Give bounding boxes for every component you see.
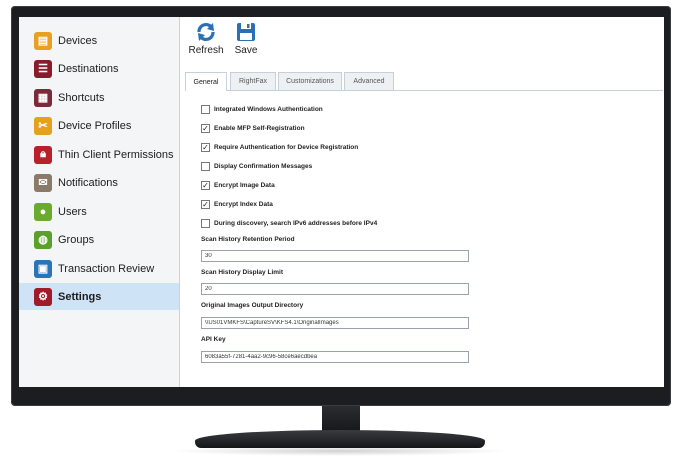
- tab-rightfax[interactable]: RightFax: [230, 72, 276, 90]
- device-profiles-icon: ✂: [34, 116, 52, 135]
- checkbox-label: Display Confirmation Messages: [214, 162, 313, 170]
- scan-history-retention-input[interactable]: [201, 250, 469, 262]
- checkbox-row: ✓ Encrypt Image Data: [201, 179, 275, 191]
- ipv6-before-ipv4-checkbox[interactable]: [201, 218, 210, 228]
- sidebar-item-label: Destinations: [58, 62, 119, 75]
- checkbox-label: Encrypt Image Data: [214, 181, 275, 189]
- sidebar-item-groups[interactable]: ◍ Groups: [19, 226, 179, 253]
- refresh-icon: [197, 23, 215, 41]
- sidebar-item-settings[interactable]: ⚙ Settings: [19, 283, 179, 310]
- encrypt-index-data-checkbox[interactable]: ✓: [201, 199, 210, 209]
- sidebar-item-shortcuts[interactable]: ▦ Shortcuts: [19, 84, 179, 111]
- monitor-stand-base: [195, 430, 485, 448]
- lock-icon: 🔒︎: [34, 145, 52, 164]
- sidebar-item-label: Users: [58, 205, 87, 218]
- shortcuts-icon: ▦: [34, 88, 52, 107]
- sidebar-item-transaction-review[interactable]: ▣ Transaction Review: [19, 255, 179, 282]
- sidebar-item-device-profiles[interactable]: ✂ Device Profiles: [19, 112, 179, 139]
- scan-history-display-limit-label: Scan History Display Limit: [201, 269, 283, 276]
- destinations-icon: ☰: [34, 59, 52, 78]
- users-icon: ●: [34, 202, 52, 221]
- api-key-label: API Key: [201, 336, 226, 343]
- scan-history-display-limit-input[interactable]: [201, 283, 469, 295]
- original-images-output-dir-input[interactable]: [201, 317, 469, 329]
- scan-history-retention-label: Scan History Retention Period: [201, 236, 295, 243]
- toolbar: Refresh Save: [180, 17, 664, 67]
- checkbox-row: Display Confirmation Messages: [201, 160, 312, 172]
- app-screen: ▤ Devices ☰ Destinations ▦ Shortcuts ✂ D…: [19, 17, 664, 387]
- require-auth-device-registration-checkbox[interactable]: ✓: [201, 142, 210, 152]
- sidebar-item-label: Devices: [58, 34, 98, 47]
- checkbox-label: Integrated Windows Authentication: [214, 105, 323, 113]
- checkbox-row: ✓ Enable MFP Self-Registration: [201, 122, 305, 134]
- sidebar-item-label: Groups: [58, 233, 95, 246]
- sidebar-item-users[interactable]: ● Users: [19, 198, 179, 225]
- checkbox-label: Encrypt Index Data: [214, 200, 273, 208]
- tab-general[interactable]: General: [185, 72, 227, 91]
- api-key-input[interactable]: [201, 351, 469, 363]
- checkbox-label: Enable MFP Self-Registration: [214, 124, 305, 132]
- tab-customizations[interactable]: Customizations: [278, 72, 342, 90]
- notifications-icon: ✉: [34, 173, 52, 192]
- checkbox-label: Require Authentication for Device Regist…: [214, 143, 359, 151]
- sidebar-item-label: Device Profiles: [58, 119, 132, 132]
- encrypt-image-data-checkbox[interactable]: ✓: [201, 180, 210, 190]
- sidebar-item-notifications[interactable]: ✉ Notifications: [19, 169, 179, 196]
- refresh-label: Refresh: [188, 45, 224, 56]
- groups-icon: ◍: [34, 230, 52, 249]
- sidebar-item-label: Notifications: [58, 176, 118, 189]
- devices-icon: ▤: [34, 31, 52, 50]
- tab-advanced[interactable]: Advanced: [344, 72, 394, 90]
- settings-tabs: General RightFax Customizations Advanced: [185, 72, 663, 91]
- original-images-output-dir-label: Original Images Output Directory: [201, 302, 304, 309]
- save-button[interactable]: Save: [226, 21, 266, 63]
- sidebar-item-thin-client-permissions[interactable]: 🔒︎ Thin Client Permissions: [19, 141, 179, 168]
- checkbox-row: During discovery, search IPv6 addresses …: [201, 217, 377, 229]
- integrated-windows-auth-checkbox[interactable]: [201, 104, 210, 114]
- sidebar-item-label: Settings: [58, 290, 102, 303]
- save-label: Save: [234, 45, 258, 56]
- checkbox-label: During discovery, search IPv6 addresses …: [214, 219, 378, 227]
- sidebar-item-destinations[interactable]: ☰ Destinations: [19, 55, 179, 82]
- sidebar-item-label: Shortcuts: [58, 91, 105, 104]
- transaction-review-icon: ▣: [34, 259, 52, 278]
- checkbox-row: ✓ Require Authentication for Device Regi…: [201, 141, 358, 153]
- refresh-button[interactable]: Refresh: [186, 21, 226, 63]
- checkbox-row: ✓ Encrypt Index Data: [201, 198, 273, 210]
- sidebar-item-devices[interactable]: ▤ Devices: [19, 27, 179, 54]
- checkbox-row: Integrated Windows Authentication: [201, 103, 323, 115]
- sidebar: ▤ Devices ☰ Destinations ▦ Shortcuts ✂ D…: [19, 17, 180, 387]
- sidebar-item-label: Transaction Review: [58, 262, 155, 275]
- floppy-disk-icon: [237, 23, 255, 41]
- enable-mfp-self-registration-checkbox[interactable]: ✓: [201, 123, 210, 133]
- settings-icon: ⚙: [34, 287, 52, 306]
- sidebar-item-label: Thin Client Permissions: [58, 148, 174, 161]
- display-confirmation-messages-checkbox[interactable]: [201, 161, 210, 171]
